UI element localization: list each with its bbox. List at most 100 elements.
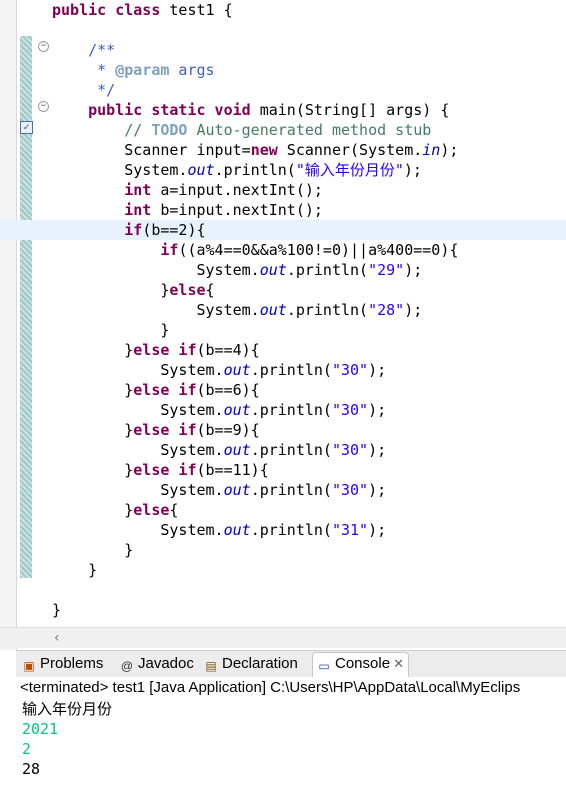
code-token: .println( <box>250 481 332 499</box>
code-token: Scanner(System. <box>277 141 423 159</box>
code-token: out <box>223 401 251 419</box>
code-token: ((a%4==0&&a%100!=0)||a%400==0){ <box>178 241 459 259</box>
tab-problems[interactable]: ▣ Problems <box>22 653 103 675</box>
code-line[interactable]: // TODO Auto-generated method stub <box>52 120 566 140</box>
code-line[interactable]: public static void main(String[] args) { <box>52 100 566 120</box>
code-token: ); <box>368 521 387 539</box>
code-line[interactable]: } <box>52 560 566 580</box>
code-token: } <box>52 501 134 519</box>
code-line[interactable]: System.out.println("30"); <box>52 440 566 460</box>
console-output[interactable]: <terminated> test1 [Java Application] C:… <box>16 677 566 785</box>
code-line[interactable]: }else if(b==9){ <box>52 420 566 440</box>
code-token: Auto-generated method stub <box>187 121 432 139</box>
code-token: out <box>223 521 251 539</box>
code-line[interactable] <box>52 20 566 40</box>
code-line[interactable]: int b=input.nextInt(); <box>52 200 566 220</box>
code-token: System. <box>52 521 224 539</box>
code-token: .println( <box>286 301 369 319</box>
horizontal-scrollbar[interactable]: ‹ <box>0 627 566 648</box>
code-token: } <box>52 461 134 479</box>
code-token: .println( <box>250 441 332 459</box>
code-line[interactable]: * @param args <box>52 60 566 80</box>
console-line: 输入年份月份 <box>22 700 113 718</box>
code-token: out <box>187 161 215 179</box>
code-line[interactable]: System.out.println("29"); <box>52 260 566 280</box>
code-editor[interactable]: − − ✓ public class test1 { /** * @param … <box>0 0 566 650</box>
editor-left-gutter <box>0 0 17 650</box>
code-line[interactable]: } <box>52 320 566 340</box>
code-line[interactable]: if((a%4==0&&a%100!=0)||a%400==0){ <box>52 240 566 260</box>
code-token: "30" <box>331 361 369 379</box>
code-token: if <box>124 221 143 239</box>
code-line[interactable]: Scanner input=new Scanner(System.in); <box>52 140 566 160</box>
code-token: "29" <box>368 261 405 279</box>
code-token: int <box>124 201 152 219</box>
close-icon[interactable]: ✕ <box>393 653 404 675</box>
code-token: System. <box>52 441 224 459</box>
code-token: test1 { <box>169 1 233 19</box>
code-line[interactable]: }else if(b==6){ <box>52 380 566 400</box>
code-token: (b==11){ <box>196 461 269 479</box>
scroll-left-icon[interactable]: ‹ <box>54 628 60 648</box>
code-token: System. <box>52 481 224 499</box>
code-token: (b==4){ <box>196 341 260 359</box>
code-token: else <box>133 501 170 519</box>
code-token: } <box>52 381 134 399</box>
code-token: else if <box>133 381 197 399</box>
code-line[interactable]: System.out.println("31"); <box>52 520 566 540</box>
code-token: new <box>250 141 278 159</box>
fold-toggle-icon[interactable]: − <box>38 101 49 112</box>
code-token: out <box>259 301 287 319</box>
code-line[interactable]: /** <box>52 40 566 60</box>
code-token: out <box>223 481 251 499</box>
code-line[interactable]: }else{ <box>52 280 566 300</box>
code-line[interactable]: System.out.println("输入年份月份"); <box>52 160 566 180</box>
code-token: /** <box>52 41 116 59</box>
code-line[interactable]: */ <box>52 80 566 100</box>
code-token: b=input.nextInt(); <box>151 201 323 219</box>
code-line[interactable]: public class test1 { <box>52 0 566 20</box>
code-line[interactable]: System.out.println("28"); <box>52 300 566 320</box>
task-checkbox-icon: ✓ <box>20 121 33 134</box>
code-token: ); <box>404 261 423 279</box>
tab-console[interactable]: ▭ Console ✕ <box>312 652 410 678</box>
code-token: .println( <box>250 521 332 539</box>
code-line[interactable]: System.out.println("30"); <box>52 360 566 380</box>
code-token: (b==6){ <box>196 381 260 399</box>
code-token: System. <box>52 301 260 319</box>
code-line[interactable]: }else if(b==11){ <box>52 460 566 480</box>
console-line: 2021 <box>22 720 59 738</box>
fold-toggle-icon[interactable]: − <box>38 41 49 52</box>
code-token: System. <box>52 161 188 179</box>
tab-declaration[interactable]: ▤ Declaration <box>204 653 298 675</box>
code-token: else if <box>133 461 197 479</box>
code-token: ); <box>440 141 459 159</box>
code-token: { <box>169 501 179 519</box>
code-token: (b==9){ <box>196 421 260 439</box>
code-line[interactable]: if(b==2){ <box>0 220 566 240</box>
code-line[interactable] <box>52 580 566 600</box>
code-line[interactable]: int a=input.nextInt(); <box>52 180 566 200</box>
code-token: public class <box>52 1 170 19</box>
code-token: @param <box>115 61 170 79</box>
code-token: "30" <box>331 441 369 459</box>
tab-javadoc[interactable]: @ Javadoc <box>120 653 194 675</box>
code-token: } <box>52 281 170 299</box>
code-token: out <box>259 261 287 279</box>
code-token: } <box>52 321 170 339</box>
code-token: .println( <box>286 261 369 279</box>
code-line[interactable]: } <box>52 600 566 620</box>
views-tab-bar: ▣ Problems @ Javadoc ▤ Declaration ▭ Console… <box>16 650 566 678</box>
code-line[interactable]: System.out.println("30"); <box>52 400 566 420</box>
code-line[interactable]: }else{ <box>52 500 566 520</box>
code-token: } <box>52 541 134 559</box>
code-lines[interactable]: public class test1 { /** * @param args *… <box>0 0 566 620</box>
console-line: 28 <box>22 760 41 778</box>
code-token: ); <box>368 441 387 459</box>
code-line[interactable]: System.out.println("30"); <box>52 480 566 500</box>
code-line[interactable]: }else if(b==4){ <box>52 340 566 360</box>
code-line[interactable]: } <box>52 540 566 560</box>
code-token: args <box>169 61 215 79</box>
